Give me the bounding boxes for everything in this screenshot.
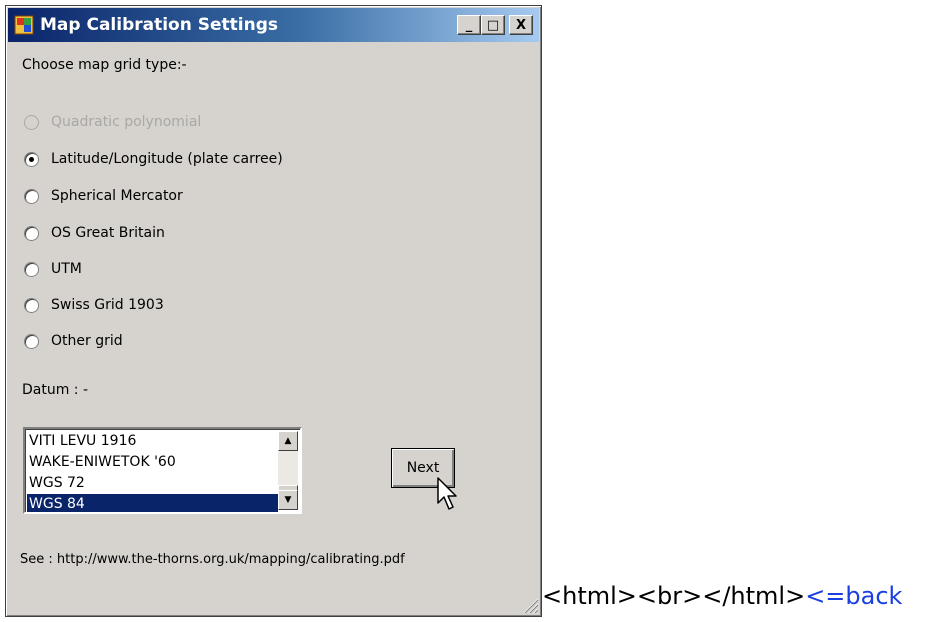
close-icon: X (515, 18, 527, 33)
arrow-up-icon: ▲ (284, 436, 292, 446)
mouse-pointer-icon (437, 477, 457, 510)
radio-button-icon (24, 188, 39, 204)
calibration-window: Map Calibration Settings _ □ X Choose ma… (5, 5, 542, 617)
radio-other-grid[interactable]: Other grid (24, 330, 123, 352)
radio-label: Other grid (51, 333, 123, 349)
radio-utm[interactable]: UTM (24, 258, 82, 280)
back-link[interactable]: <=back (805, 582, 902, 610)
radio-label: OS Great Britain (51, 225, 165, 241)
radio-label: Spherical Mercator (51, 188, 183, 204)
title-bar[interactable]: Map Calibration Settings _ □ X (8, 8, 539, 42)
raw-html-text: <html><br></html> (542, 582, 806, 610)
app-icon (14, 15, 34, 35)
scroll-down-button[interactable]: ▼ (278, 490, 298, 510)
radio-quadratic-polynomial[interactable]: Quadratic polynomial (24, 111, 201, 133)
list-item[interactable]: WAKE-ENIWETOK '60 (27, 452, 278, 473)
trailing-text: <html><br></html><=back (542, 582, 902, 610)
radio-latitude-longitude[interactable]: Latitude/Longitude (plate carree) (24, 148, 283, 170)
radio-button-icon (24, 114, 39, 130)
radio-button-icon (24, 261, 39, 277)
datum-listbox[interactable]: VITI LEVU 1916 WAKE-ENIWETOK '60 WGS 72 … (23, 427, 302, 514)
radio-os-great-britain[interactable]: OS Great Britain (24, 222, 165, 244)
scroll-up-button[interactable]: ▲ (278, 431, 298, 451)
window-title: Map Calibration Settings (40, 15, 278, 35)
resize-grip-icon[interactable] (521, 596, 539, 614)
radio-label: UTM (51, 261, 82, 277)
radio-button-icon (24, 333, 39, 349)
minimize-button[interactable]: _ (457, 15, 481, 35)
radio-button-icon (24, 297, 39, 313)
radio-spherical-mercator[interactable]: Spherical Mercator (24, 185, 183, 207)
maximize-button[interactable]: □ (481, 15, 505, 35)
radio-label: Quadratic polynomial (51, 114, 202, 130)
grid-type-prompt: Choose map grid type:- (22, 57, 187, 73)
radio-label: Swiss Grid 1903 (51, 297, 164, 313)
minimize-icon: _ (465, 18, 473, 33)
radio-button-icon (24, 151, 39, 167)
arrow-down-icon: ▼ (284, 495, 292, 505)
reference-link-text: See : http://www.the-thorns.org.uk/mappi… (20, 552, 405, 567)
list-item[interactable]: VITI LEVU 1916 (27, 431, 278, 452)
listbox-scrollbar[interactable]: ▲ ▼ (278, 431, 298, 510)
radio-swiss-grid-1903[interactable]: Swiss Grid 1903 (24, 294, 164, 316)
list-item-selected[interactable]: WGS 84 (27, 494, 278, 512)
close-button[interactable]: X (509, 15, 533, 35)
datum-label: Datum : - (22, 382, 89, 398)
list-item[interactable]: WGS 72 (27, 473, 278, 494)
radio-button-icon (24, 225, 39, 241)
maximize-icon: □ (486, 18, 500, 33)
radio-label: Latitude/Longitude (plate carree) (51, 151, 283, 167)
